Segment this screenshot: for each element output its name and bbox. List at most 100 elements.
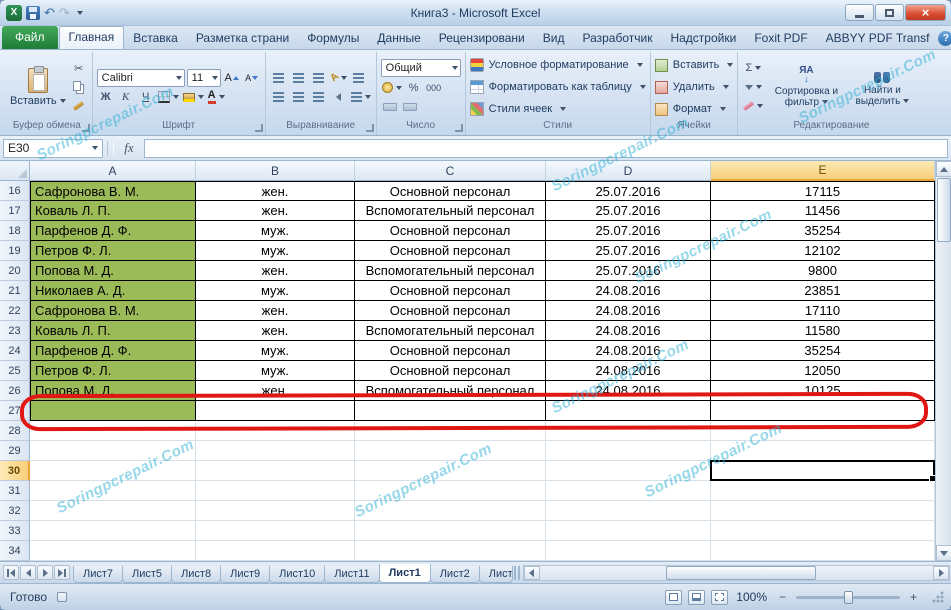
horizontal-scrollbar[interactable] [522, 564, 950, 581]
row-header-31[interactable]: 31 [0, 481, 30, 501]
row-header-25[interactable]: 25 [0, 361, 30, 381]
dialog-launcher-icon[interactable] [81, 124, 90, 132]
insert-cells-button[interactable]: Вставить [654, 55, 734, 75]
insert-function-button[interactable]: fx [118, 140, 140, 156]
cell-A34[interactable] [30, 541, 196, 561]
format-painter-button[interactable] [70, 98, 88, 115]
sheet-tab-Лист9[interactable]: Лист9 [220, 566, 271, 583]
cell-A33[interactable] [30, 521, 196, 541]
cut-button[interactable]: ✂ [70, 60, 88, 77]
column-header-C[interactable]: C [355, 161, 546, 181]
align-middle-button[interactable] [290, 69, 308, 86]
cell-A17[interactable]: Коваль Л. П. [30, 201, 196, 221]
ribbon-tab-Вставка[interactable]: Вставка [124, 27, 187, 49]
row-header-34[interactable]: 34 [0, 541, 30, 561]
cell-A24[interactable]: Парфенов Д. Ф. [30, 341, 196, 361]
cell-C26[interactable]: Вспомогательный персонал [355, 381, 546, 401]
orientation-button[interactable]: А [328, 69, 348, 86]
name-box[interactable]: E30 [3, 138, 103, 158]
ribbon-tab-Формулы[interactable]: Формулы [298, 27, 368, 49]
cell-B20[interactable]: жен. [196, 261, 355, 281]
cell-E25[interactable]: 12050 [711, 361, 935, 381]
cell-C33[interactable] [355, 521, 546, 541]
cell-A32[interactable] [30, 501, 196, 521]
vertical-scrollbar[interactable] [935, 161, 951, 561]
cell-A21[interactable]: Николаев А. Д. [30, 281, 196, 301]
cell-A29[interactable] [30, 441, 196, 461]
cell-E24[interactable]: 35254 [711, 341, 935, 361]
cell-B29[interactable] [196, 441, 355, 461]
cell-B18[interactable]: муж. [196, 221, 355, 241]
ribbon-tab-Данные[interactable]: Данные [368, 27, 429, 49]
cell-D20[interactable]: 25.07.2016 [546, 261, 711, 281]
cell-D25[interactable]: 24.08.2016 [546, 361, 711, 381]
sort-filter-button[interactable]: ЯА ↓ Сортировка и фильтр [768, 54, 844, 120]
cell-A31[interactable] [30, 481, 196, 501]
cell-E17[interactable]: 11456 [711, 201, 935, 221]
cell-E26[interactable]: 10125 [711, 381, 935, 401]
format-as-table-button[interactable]: Форматировать как таблицу [469, 77, 646, 97]
cell-D23[interactable]: 24.08.2016 [546, 321, 711, 341]
cell-C17[interactable]: Вспомогательный персонал [355, 201, 546, 221]
cell-D29[interactable] [546, 441, 711, 461]
cell-E20[interactable]: 9800 [711, 261, 935, 281]
cell-C29[interactable] [355, 441, 546, 461]
row-header-26[interactable]: 26 [0, 381, 30, 401]
cell-C32[interactable] [355, 501, 546, 521]
cell-A25[interactable]: Петров Ф. Л. [30, 361, 196, 381]
wrap-text-button[interactable] [350, 69, 368, 86]
cell-B25[interactable]: муж. [196, 361, 355, 381]
cell-B22[interactable]: жен. [196, 301, 355, 321]
underline-button[interactable]: Ч [137, 89, 155, 106]
ribbon-tab-Главная[interactable]: Главная [58, 26, 125, 49]
macro-record-icon[interactable] [57, 592, 68, 602]
cell-D19[interactable]: 25.07.2016 [546, 241, 711, 261]
fill-color-button[interactable] [182, 89, 205, 106]
cell-B26[interactable]: жен. [196, 381, 355, 401]
cell-D24[interactable]: 24.08.2016 [546, 341, 711, 361]
cell-E23[interactable]: 11580 [711, 321, 935, 341]
align-center-button[interactable] [290, 88, 308, 105]
cell-B33[interactable] [196, 521, 355, 541]
scroll-left-icon[interactable] [523, 565, 540, 580]
cell-B31[interactable] [196, 481, 355, 501]
font-color-button[interactable]: А [207, 89, 226, 106]
page-break-view-button[interactable] [711, 589, 729, 605]
zoom-in-icon[interactable]: + [906, 590, 921, 605]
cell-D28[interactable] [546, 421, 711, 441]
italic-button[interactable]: К [117, 89, 135, 106]
ribbon-tab-Файл[interactable]: Файл [2, 26, 58, 49]
help-icon[interactable]: ? [938, 31, 951, 46]
shrink-font-button[interactable]: А [243, 69, 261, 86]
horizontal-scroll-thumb[interactable] [665, 565, 816, 580]
paste-button[interactable]: Вставить [6, 54, 70, 120]
column-header-D[interactable]: D [546, 161, 711, 181]
cell-E16[interactable]: 17115 [711, 181, 935, 201]
last-sheet-icon[interactable] [54, 565, 70, 580]
sheet-tab-Лист5[interactable]: Лист5 [122, 566, 173, 583]
format-cells-button[interactable]: Формат [654, 99, 734, 119]
first-sheet-icon[interactable] [3, 565, 19, 580]
previous-sheet-icon[interactable] [20, 565, 36, 580]
row-header-27[interactable]: 27 [0, 401, 30, 421]
increase-decimal-button[interactable] [381, 98, 399, 115]
row-header-29[interactable]: 29 [0, 441, 30, 461]
accounting-format-button[interactable] [381, 79, 403, 96]
cell-C21[interactable]: Основной персонал [355, 281, 546, 301]
row-header-24[interactable]: 24 [0, 341, 30, 361]
cell-E19[interactable]: 12102 [711, 241, 935, 261]
row-header-20[interactable]: 20 [0, 261, 30, 281]
cell-A30[interactable] [30, 461, 196, 481]
customize-qat-icon[interactable] [76, 10, 83, 15]
cell-D18[interactable]: 25.07.2016 [546, 221, 711, 241]
grow-font-button[interactable]: А [223, 69, 241, 86]
scroll-down-icon[interactable] [935, 545, 951, 561]
conditional-formatting-button[interactable]: Условное форматирование [469, 55, 646, 75]
sheet-tab-Лист10[interactable]: Лист10 [269, 566, 326, 583]
borders-button[interactable] [157, 89, 180, 106]
row-header-21[interactable]: 21 [0, 281, 30, 301]
cell-A19[interactable]: Петров Ф. Л. [30, 241, 196, 261]
ribbon-tab-Рецензировани[interactable]: Рецензировани [430, 27, 534, 49]
cell-C30[interactable] [355, 461, 546, 481]
comma-style-button[interactable]: 000 [425, 79, 443, 96]
